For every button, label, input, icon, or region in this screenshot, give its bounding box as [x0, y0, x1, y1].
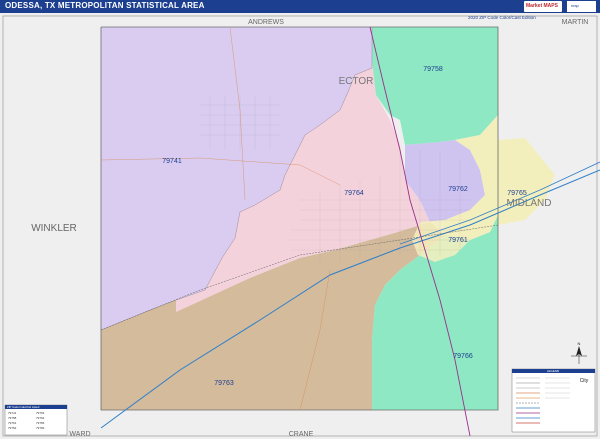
- zip-label-79761: 79761: [448, 237, 468, 244]
- zip-label-79741: 79741: [162, 158, 182, 165]
- zip-list-row: 79765: [36, 421, 45, 425]
- zip-list-row: 79762: [8, 426, 17, 430]
- edition-label: 2020 ZIP Code Color/Cast Edition: [468, 15, 536, 20]
- zip-list-row: 79763: [36, 411, 45, 415]
- zip-list-box: ZIP Code Index/Ind Listed: [4, 404, 68, 436]
- map-canvas: ANDREWS MARTIN ECTOR MIDLAND WINKLER CRA…: [0, 13, 600, 439]
- zip-list-title: ZIP Code Index/Ind Listed: [7, 405, 40, 409]
- zip-label-79765: 79765: [507, 190, 527, 197]
- zip-list-row: 79761: [8, 421, 17, 425]
- zip-list-row: 79741: [8, 411, 17, 415]
- page-title: ODESSA, TX METROPOLITAN STATISTICAL AREA: [5, 1, 205, 10]
- compass-north-label: N: [578, 341, 581, 346]
- map-frame: ANDREWS MARTIN ECTOR MIDLAND WINKLER CRA…: [0, 0, 600, 439]
- zip-list-row: 79758: [8, 416, 17, 420]
- zip-label-79758: 79758: [423, 66, 443, 73]
- zip-label-79762: 79762: [448, 186, 468, 193]
- county-label-martin: MARTIN: [562, 19, 589, 26]
- county-label-ward: WARD: [69, 431, 90, 438]
- logo: Market MAPS: [524, 1, 562, 12]
- zip-label-79763: 79763: [214, 380, 234, 387]
- county-label-crane: CRANE: [289, 431, 314, 438]
- zip-label-79766: 79766: [453, 353, 473, 360]
- county-label-midland: MIDLAND: [506, 198, 551, 209]
- zip-list-row: 79764: [36, 416, 45, 420]
- county-label-andrews: ANDREWS: [248, 19, 284, 26]
- logo-text: Market MAPS: [526, 3, 558, 9]
- zip-list-row: 79766: [36, 426, 45, 430]
- county-label-ector: ECTOR: [339, 76, 374, 87]
- title-bar: ODESSA, TX METROPOLITAN STATISTICAL AREA…: [0, 0, 600, 13]
- legend-city-label: City: [580, 378, 589, 384]
- corner-badge: map: [567, 1, 596, 12]
- county-label-winkler: WINKLER: [31, 223, 77, 234]
- legend-box: LEGEND City: [511, 368, 596, 433]
- corner-badge-text: map: [571, 3, 579, 8]
- legend-title: LEGEND: [547, 369, 560, 373]
- zip-label-79764: 79764: [344, 190, 364, 197]
